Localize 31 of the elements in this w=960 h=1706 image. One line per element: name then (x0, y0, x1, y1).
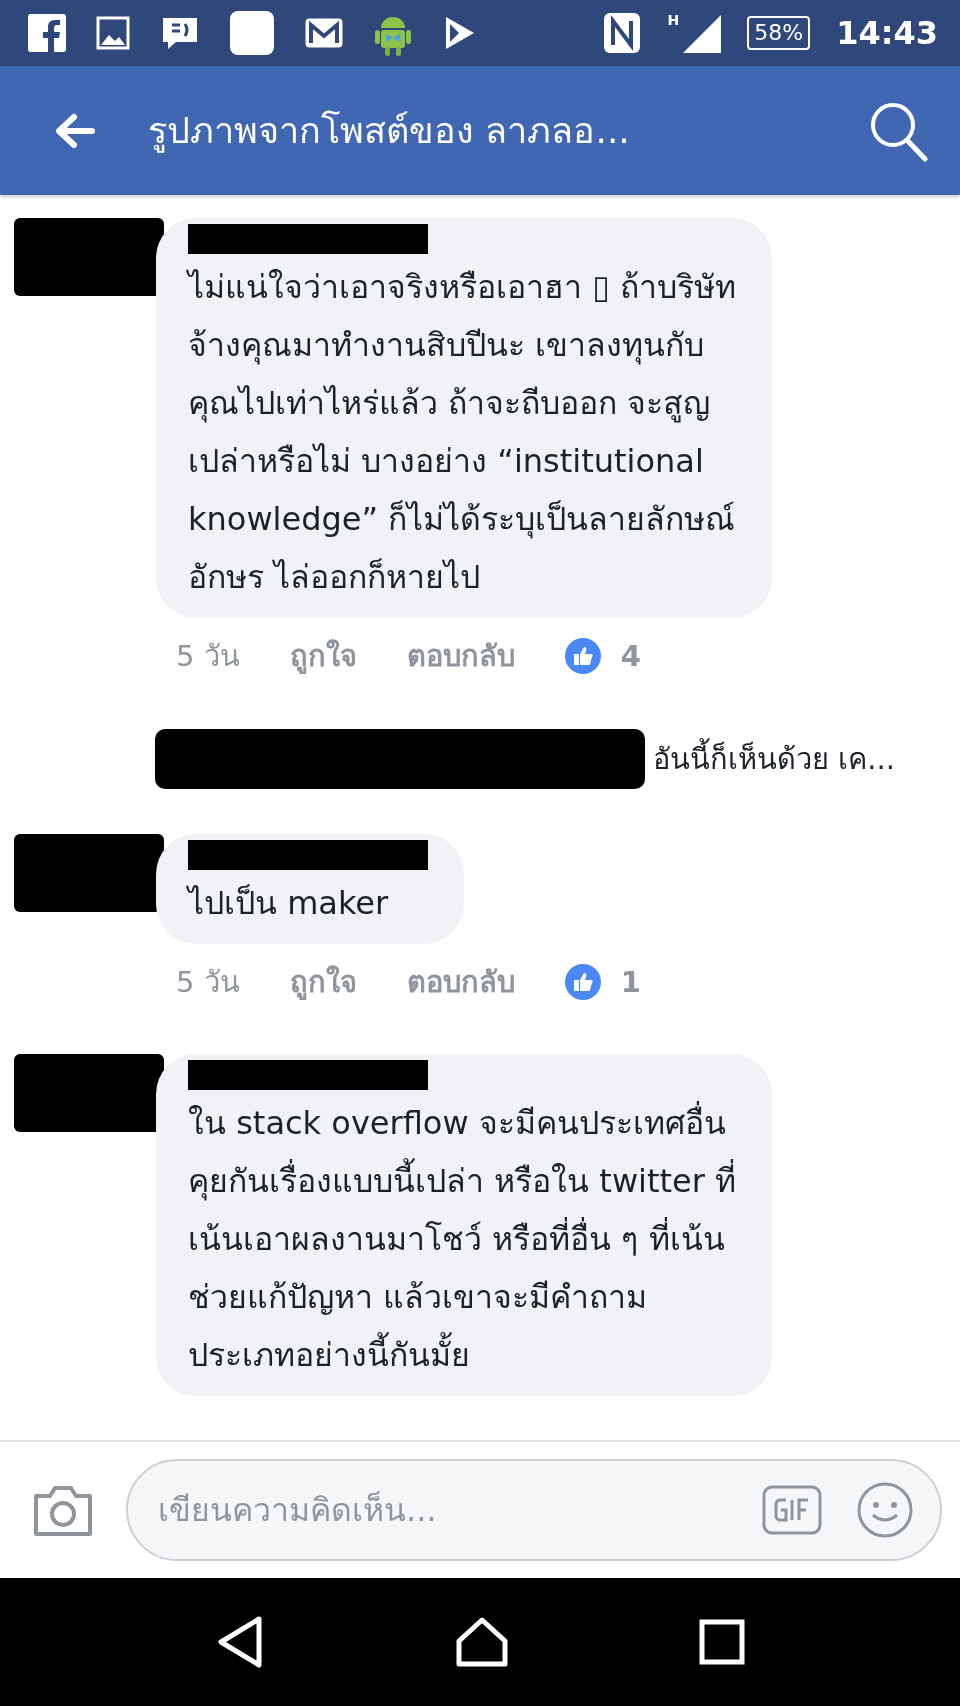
comment-field[interactable]: เขียนความคิดเห็น... (126, 1459, 942, 1561)
like-link[interactable]: ถูกใจ (289, 633, 357, 679)
facebook-icon (28, 14, 66, 52)
comment-text: ไปเป็น maker (188, 883, 390, 924)
reply-preview[interactable]: อันนี้ก็เห็นด้วย เค... (653, 736, 895, 782)
recent-apps-icon[interactable] (699, 1619, 745, 1665)
timestamp: 5 วัน (176, 964, 240, 1001)
like-link[interactable]: ถูกใจ (289, 959, 357, 1005)
battery-indicator: 58% (747, 16, 811, 50)
mail-icon (304, 17, 344, 49)
image-icon (96, 16, 130, 50)
like-icon (564, 638, 601, 674)
comment-text: ใน stack overflow จะมีคนประเทศอื่น คุยกันเรื่องแบบนี้เปล่า หรือใน twitter ที่ เน้นเอาผลงานมาโชว์ หรือที่อื่น ๆ ที่เน้น ช่วยแก้ปัญหา แล้วเขาจะมีคำถาม ประเภทอย่างนี้กันมั้ย (188, 1094, 737, 1384)
clock: 14:43 (836, 14, 938, 52)
page-title: รูปภาพจากโพสต์ของ ลาภลอ... (148, 109, 631, 155)
gif-icon[interactable] (762, 1485, 822, 1535)
reaction-count: 1 (620, 965, 641, 999)
reply-link[interactable]: ตอบกลับ (406, 633, 515, 679)
app-icon (230, 11, 274, 55)
back-icon[interactable] (215, 1615, 265, 1669)
message-icon (160, 15, 200, 51)
network-label: H (667, 13, 680, 27)
like-icon (564, 964, 601, 1000)
emoji-icon[interactable] (856, 1481, 914, 1539)
reaction-count: 4 (620, 639, 641, 673)
signal-icon (681, 13, 722, 53)
comment-text: ไม่แน่ใจว่าเอาจริงหรือเอาฮา ▯ ถ้าบริษัท จ้างคุณมาทำงานสิบปีนะ เขาลงทุนกับ คุณไปเท่าไหร่แล้ว ถ้าจะถีบออก จะสูญ เปล่าหรือไม่ บางอย่าง “institutional knowledge” ก็ไม่ได้ระบุเป็นลายลักษณ์ อักษร ไล่ออกก็หายไป (188, 267, 736, 598)
reply-link[interactable]: ตอบกลับ (406, 959, 515, 1005)
home-icon[interactable] (455, 1617, 509, 1667)
nfc-icon (601, 11, 642, 55)
timestamp: 5 วัน (176, 638, 240, 675)
